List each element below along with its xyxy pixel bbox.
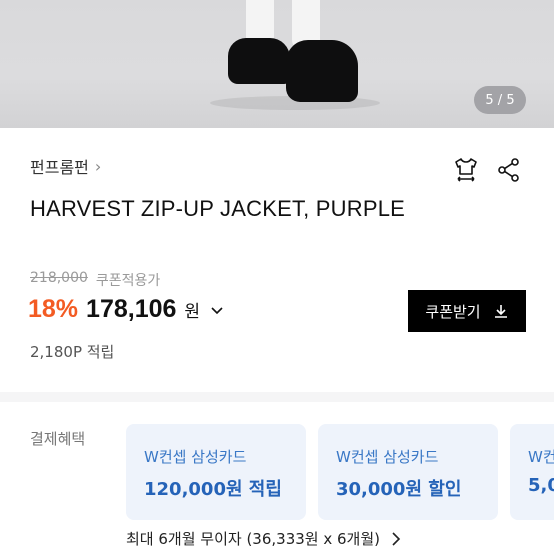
brand-name: 펀프롬펀 <box>30 158 89 177</box>
coupon-price-label: 쿠폰적용가 <box>95 273 161 289</box>
chevron-right-icon: › <box>94 156 102 176</box>
card-benefit-value: 120,000원 적립 <box>144 479 282 500</box>
share-button[interactable] <box>493 154 525 186</box>
card-benefit-item[interactable]: W컨 5,0 <box>510 424 554 520</box>
shoe-right <box>286 40 358 102</box>
coupon-button-label: 쿠폰받기 <box>425 302 481 321</box>
section-divider <box>0 392 554 402</box>
tshirt-size-icon <box>455 158 477 182</box>
product-image[interactable]: 5 / 5 <box>0 0 554 128</box>
chevron-down-icon <box>211 306 223 314</box>
installment-info-link[interactable]: 최대 6개월 무이자 (36,333원 x 6개월) <box>126 528 402 549</box>
size-guide-button[interactable] <box>450 154 482 186</box>
chevron-right-icon <box>392 531 401 546</box>
card-name: W컨셉 삼성카드 <box>144 448 247 466</box>
product-title: HARVEST ZIP-UP JACKET, PURPLE <box>30 196 406 221</box>
share-icon <box>498 158 519 182</box>
card-benefit-item[interactable]: W컨셉 삼성카드 120,000원 적립 <box>126 424 306 520</box>
card-benefit-value: 30,000원 할인 <box>336 479 462 500</box>
coupon-download-button[interactable]: 쿠폰받기 <box>408 290 526 332</box>
shoe-left <box>228 38 290 84</box>
installment-text: 최대 6개월 무이자 (36,333원 x 6개월) <box>126 530 380 548</box>
discount-rate: 18% <box>28 295 79 323</box>
reward-points: 2,180P 적립 <box>30 343 115 361</box>
card-benefit-value: 5,0 <box>528 475 554 496</box>
final-price: 178,106 <box>86 295 177 323</box>
download-icon <box>494 305 507 318</box>
card-name: W컨셉 삼성카드 <box>336 448 439 466</box>
brand-link[interactable]: 펀프롬펀 › <box>30 154 101 178</box>
image-counter: 5 / 5 <box>474 86 526 114</box>
card-benefit-item[interactable]: W컨셉 삼성카드 30,000원 할인 <box>318 424 498 520</box>
final-price-row[interactable]: 18% 178,106 원 <box>28 295 224 324</box>
card-name: W컨 <box>528 448 554 466</box>
original-price: 218,000 <box>30 270 88 286</box>
original-price-row: 218,000 쿠폰적용가 <box>30 270 160 290</box>
currency-label: 원 <box>184 302 201 322</box>
payment-benefits-label: 결제혜택 <box>30 430 86 448</box>
